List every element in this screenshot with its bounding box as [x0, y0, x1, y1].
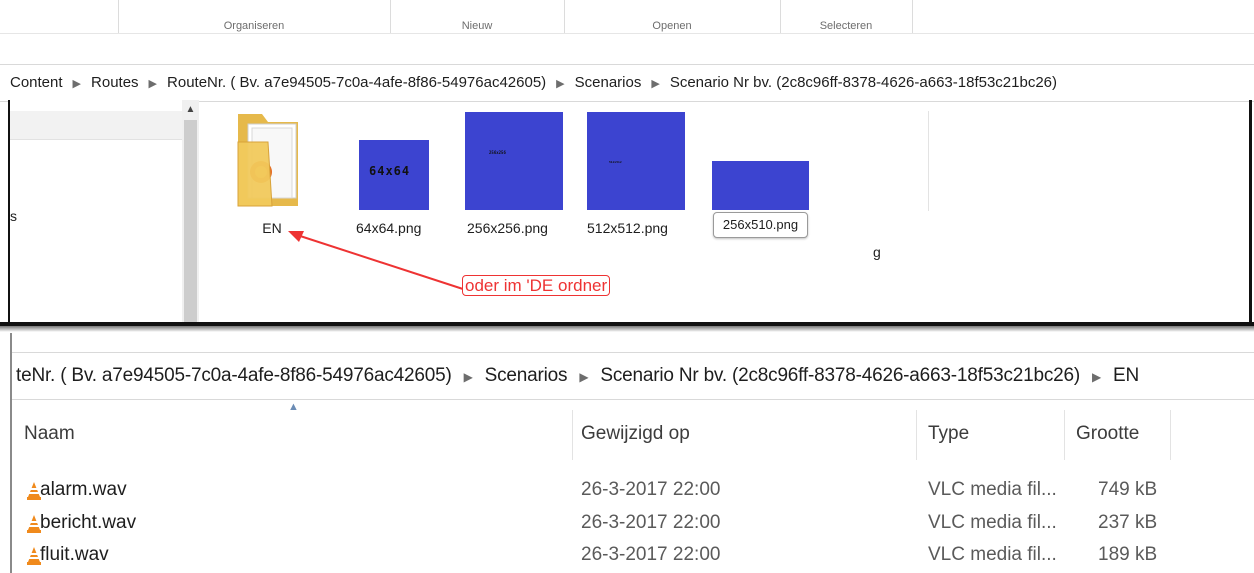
ribbon-label: Selecteren — [819, 20, 873, 32]
ribbon-group-nieuw[interactable]: Nieuw — [390, 0, 565, 34]
file-name: fluit.wav — [40, 544, 109, 565]
ribbon: Organiseren Nieuw Openen Selecteren — [0, 0, 1254, 34]
table-row[interactable]: alarm.wav 26-3-2017 22:00 VLC media fil.… — [12, 477, 1254, 505]
annotation-callout: oder im 'DE ordner — [462, 275, 611, 296]
file-size: 749 kB — [1098, 479, 1158, 500]
file-modified: 26-3-2017 22:00 — [581, 479, 721, 500]
breadcrumb-scenarios[interactable]: Scenarios — [485, 365, 568, 386]
file-modified: 26-3-2017 22:00 — [581, 544, 721, 565]
thumbnail-text: 64x64 — [369, 164, 411, 178]
thumbnail-text: 512x512 — [609, 160, 622, 164]
frame-left — [8, 100, 10, 326]
breadcrumb-routenr[interactable]: RouteNr. ( Bv. a7e94505-7c0a-4afe-8f86-5… — [167, 74, 546, 91]
breadcrumb-scenario-nr[interactable]: Scenario Nr bv. (2c8c96ff-8378-4626-a663… — [600, 365, 1080, 386]
breadcrumb: Content ▶ Routes ▶ RouteNr. ( Bv. a7e94505-7… — [10, 74, 1057, 91]
chevron-right-icon[interactable]: ▶ — [73, 78, 81, 90]
address-bar[interactable]: Content ▶ Routes ▶ RouteNr. ( Bv. a7e94505-7… — [0, 64, 1254, 102]
sort-ascending-icon: ▲ — [288, 401, 299, 413]
table-row[interactable]: fluit.wav 26-3-2017 22:00 VLC media fil.… — [12, 542, 1254, 570]
image-thumbnail-64x64[interactable]: 64x64 — [359, 140, 429, 210]
ribbon-group-empty — [0, 0, 119, 34]
file-modified: 26-3-2017 22:00 — [581, 512, 721, 533]
thumbnail-text: 256x256 — [489, 150, 506, 155]
image-thumbnail-256x510[interactable] — [712, 161, 809, 210]
file-type: VLC media fil... — [928, 479, 1057, 500]
breadcrumb-content[interactable]: Content — [10, 74, 63, 91]
ribbon-group-selecteren[interactable]: Selecteren — [780, 0, 913, 34]
scroll-up-icon[interactable]: ▲ — [182, 104, 199, 118]
breadcrumb-scenario-nr[interactable]: Scenario Nr bv. (2c8c96ff-8378-4626-a663… — [670, 74, 1057, 91]
breadcrumb-en[interactable]: EN — [1113, 365, 1139, 386]
scroll-thumb[interactable] — [184, 120, 197, 322]
nav-item-label[interactable]: s — [10, 208, 17, 224]
folder-icon — [237, 114, 298, 207]
breadcrumb-routes[interactable]: Routes — [91, 74, 139, 91]
file-name: alarm.wav — [40, 479, 127, 500]
file-name: bericht.wav — [40, 512, 137, 533]
breadcrumb: teNr. ( Bv. a7e94505-7c0a-4afe-8f86-5497… — [16, 365, 1139, 387]
nav-item[interactable] — [10, 111, 182, 140]
file-type: VLC media fil... — [928, 512, 1057, 533]
file-label[interactable]: 256x256.png — [467, 220, 548, 236]
content-divider — [928, 111, 929, 211]
folder-en[interactable]: EN — [222, 106, 322, 236]
window-shadow — [0, 326, 1254, 332]
ribbon-label: Organiseren — [223, 20, 285, 32]
chevron-right-icon[interactable]: ▶ — [579, 370, 588, 384]
chevron-right-icon[interactable]: ▶ — [464, 370, 473, 384]
column-header-type[interactable]: Type — [928, 423, 969, 445]
top-explorer-window: Organiseren Nieuw Openen Selecteren Cont… — [0, 0, 1254, 326]
column-divider[interactable] — [1064, 410, 1065, 460]
ribbon-group-openen[interactable]: Openen — [564, 0, 781, 34]
address-bar[interactable]: teNr. ( Bv. a7e94505-7c0a-4afe-8f86-5497… — [12, 352, 1254, 400]
image-thumbnail-256x256[interactable]: 256x256 — [465, 112, 563, 210]
ribbon-label: Nieuw — [461, 20, 493, 32]
breadcrumb-routenr[interactable]: teNr. ( Bv. a7e94505-7c0a-4afe-8f86-5497… — [16, 365, 452, 386]
column-header-modified[interactable]: Gewijzigd op — [581, 423, 690, 445]
chevron-right-icon[interactable]: ▶ — [556, 78, 564, 90]
chevron-right-icon[interactable]: ▶ — [1092, 370, 1101, 384]
table-row[interactable]: bericht.wav 26-3-2017 22:00 VLC media fi… — [12, 510, 1254, 538]
ribbon-divider — [0, 33, 1254, 34]
column-divider[interactable] — [916, 410, 917, 460]
ribbon-group-organiseren[interactable]: Organiseren — [118, 0, 391, 34]
file-size: 237 kB — [1098, 512, 1158, 533]
breadcrumb-scenarios[interactable]: Scenarios — [575, 74, 642, 91]
column-divider[interactable] — [572, 410, 573, 460]
column-header-name[interactable]: Naam — [24, 423, 75, 445]
image-thumbnail-512x512[interactable]: 512x512 — [587, 112, 685, 210]
annotation-arrow-icon — [288, 231, 467, 291]
column-divider[interactable] — [1170, 410, 1171, 460]
frame-right — [1249, 100, 1252, 326]
column-header-size[interactable]: Grootte — [1076, 423, 1139, 445]
rename-field[interactable]: 256x510.png — [713, 212, 808, 238]
chevron-right-icon[interactable]: ▶ — [651, 78, 659, 90]
chevron-right-icon[interactable]: ▶ — [149, 78, 157, 90]
annotation-text: oder im 'DE ordner — [462, 275, 611, 296]
ribbon-label: Openen — [652, 20, 692, 32]
stray-text: g — [873, 244, 881, 260]
file-type: VLC media fil... — [928, 544, 1057, 565]
file-size: 189 kB — [1098, 544, 1158, 565]
file-label[interactable]: 512x512.png — [587, 220, 668, 236]
